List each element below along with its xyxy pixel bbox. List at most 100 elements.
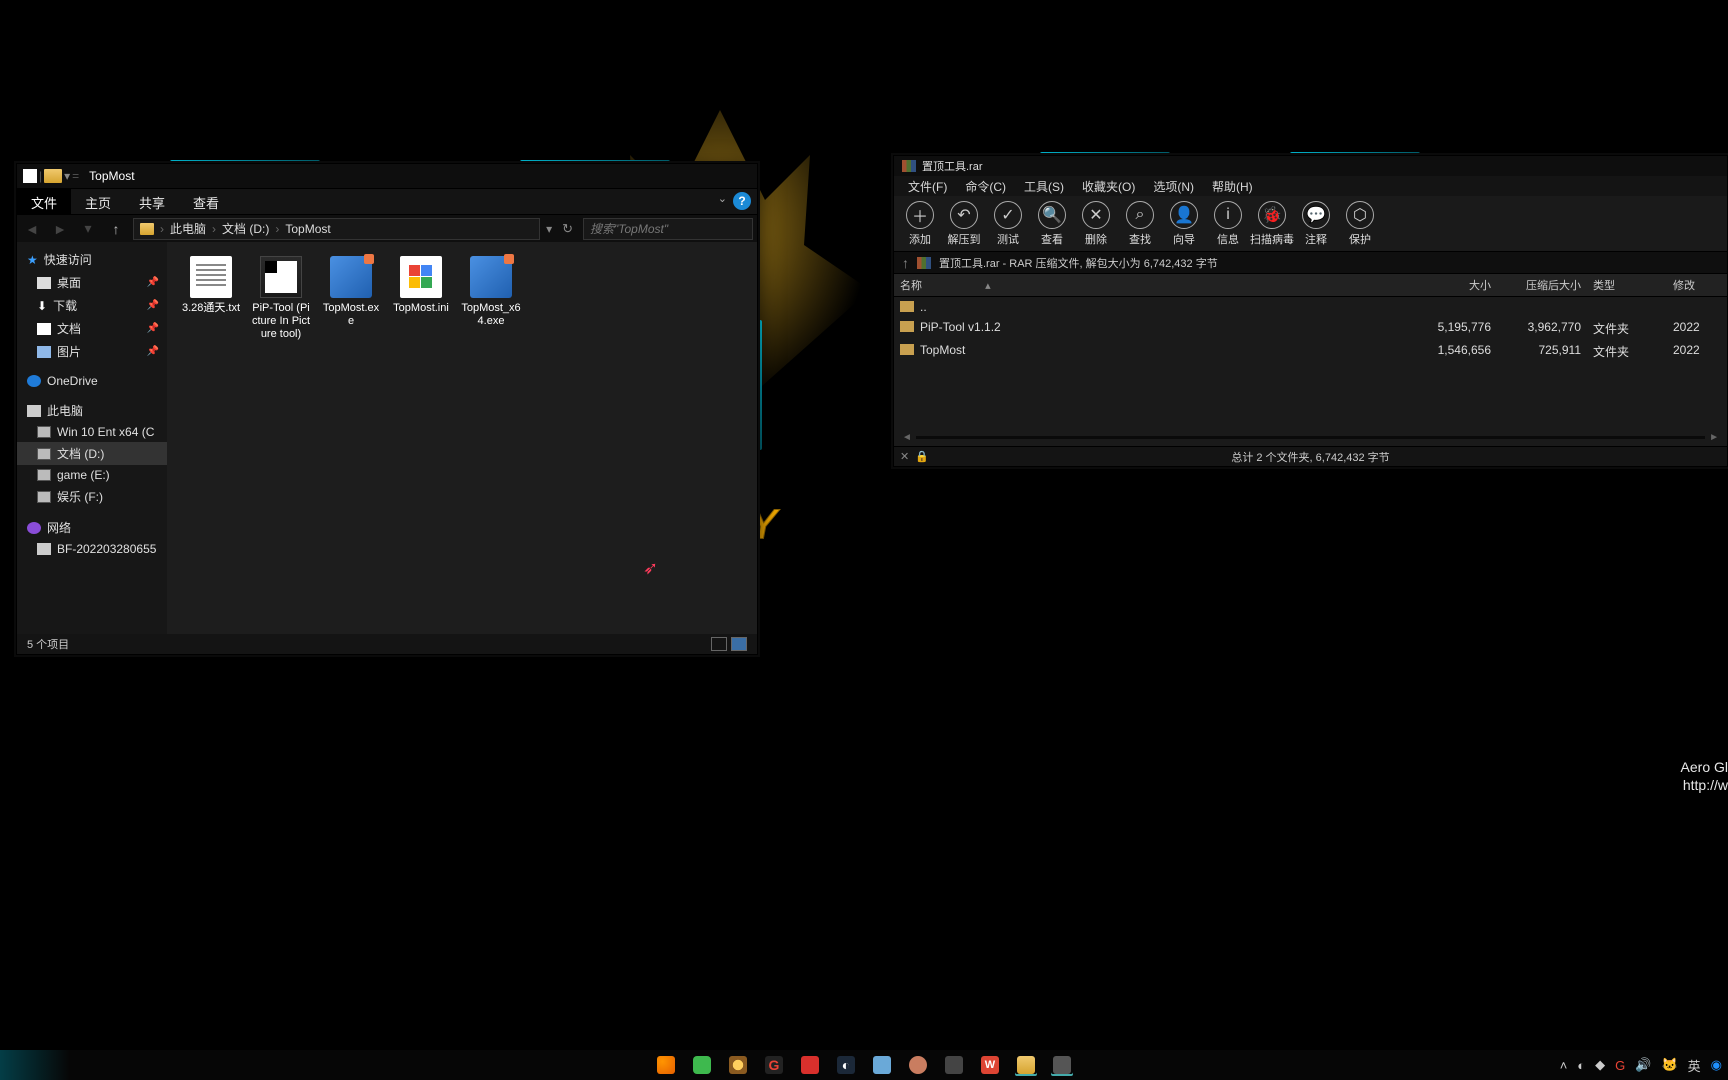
col-size[interactable]: 大小 bbox=[1407, 274, 1497, 296]
sidebar-network-pc[interactable]: BF-202203280655 bbox=[17, 539, 167, 559]
close-panel-icon[interactable]: ✕ bbox=[900, 450, 909, 463]
tray-app-icon[interactable]: 🐱 bbox=[1661, 1057, 1677, 1073]
horizontal-scrollbar[interactable]: ◄ ► bbox=[898, 430, 1723, 444]
sidebar-drive-d[interactable]: 文档 (D:) bbox=[17, 442, 167, 465]
file-item[interactable]: TopMost.exe bbox=[319, 254, 383, 344]
col-packed[interactable]: 压缩后大小 bbox=[1497, 274, 1587, 296]
list-row[interactable]: PiP-Tool v1.1.2 5,195,776 3,962,770 文件夹 … bbox=[894, 317, 1727, 340]
drive-icon bbox=[37, 469, 51, 481]
list-row-parent[interactable]: .. bbox=[894, 297, 1727, 317]
explorer-titlebar[interactable]: | ▾ = TopMost bbox=[17, 164, 757, 188]
search-placeholder: 搜索"TopMost" bbox=[590, 220, 668, 237]
sidebar-onedrive[interactable]: OneDrive bbox=[17, 371, 167, 391]
menu-favorites[interactable]: 收藏夹(O) bbox=[1074, 176, 1143, 197]
ribbon-tab-file[interactable]: 文件 bbox=[17, 189, 71, 214]
menu-file[interactable]: 文件(F) bbox=[900, 176, 955, 197]
nav-up-icon[interactable]: ↑ bbox=[105, 218, 127, 240]
taskbar-wechat[interactable] bbox=[691, 1054, 713, 1076]
ribbon-tab-home[interactable]: 主页 bbox=[71, 189, 125, 214]
search-input[interactable]: 搜索"TopMost" bbox=[583, 218, 753, 240]
scroll-right-icon[interactable]: ► bbox=[1705, 432, 1723, 443]
qat-dropdown-icon[interactable]: ▾ bbox=[64, 169, 70, 183]
file-item[interactable]: TopMost.ini bbox=[389, 254, 453, 344]
up-icon[interactable]: ↑ bbox=[902, 255, 909, 271]
sidebar-item-downloads[interactable]: ⬇下载📌 bbox=[17, 294, 167, 317]
taskbar-app[interactable] bbox=[907, 1054, 929, 1076]
taskbar-explorer[interactable] bbox=[1015, 1054, 1037, 1076]
exe-icon bbox=[470, 256, 512, 298]
file-item[interactable]: 3.28通天.txt bbox=[179, 254, 243, 344]
ribbon-tab-share[interactable]: 共享 bbox=[125, 189, 179, 214]
tray-chrome-icon[interactable]: G bbox=[1615, 1058, 1625, 1073]
address-dropdown-icon[interactable]: ▾ bbox=[546, 222, 552, 236]
taskbar[interactable]: G ◐ W ˄ ◐ ◆ G 🔊 🐱 英 ◉ bbox=[0, 1050, 1728, 1080]
taskbar-app[interactable] bbox=[799, 1054, 821, 1076]
list-header[interactable]: 名称 ▴ 大小 压缩后大小 类型 修改 bbox=[894, 274, 1727, 297]
tray-app-icon[interactable]: ◆ bbox=[1595, 1057, 1605, 1073]
taskbar-steam[interactable]: ◐ bbox=[835, 1054, 857, 1076]
nav-back-icon[interactable]: ◄ bbox=[21, 218, 43, 240]
scroll-left-icon[interactable]: ◄ bbox=[898, 432, 916, 443]
pin-icon: 📌 bbox=[147, 277, 159, 288]
tray-overflow-icon[interactable]: ˄ bbox=[1560, 1058, 1568, 1073]
taskbar-app[interactable] bbox=[1051, 1054, 1073, 1076]
ribbon-tab-view[interactable]: 查看 bbox=[179, 189, 233, 214]
winrar-titlebar[interactable]: 置顶工具.rar bbox=[894, 156, 1727, 176]
menu-help[interactable]: 帮助(H) bbox=[1204, 176, 1261, 197]
file-item[interactable]: TopMost_x64.exe bbox=[459, 254, 523, 344]
taskbar-wps[interactable]: W bbox=[979, 1054, 1001, 1076]
window-title: 置顶工具.rar bbox=[922, 158, 983, 174]
view-details-icon[interactable] bbox=[711, 637, 727, 651]
col-name[interactable]: 名称 ▴ bbox=[894, 274, 1407, 296]
view-large-icons-icon[interactable] bbox=[731, 637, 747, 651]
help-icon[interactable]: ? bbox=[733, 192, 751, 210]
info-icon: i bbox=[1214, 201, 1242, 229]
list-row[interactable]: TopMost 1,546,656 725,911 文件夹 2022 bbox=[894, 340, 1727, 363]
taskbar-app[interactable] bbox=[727, 1054, 749, 1076]
menu-options[interactable]: 选项(N) bbox=[1145, 176, 1202, 197]
lock-icon[interactable]: 🔒 bbox=[915, 450, 929, 463]
breadcrumb-item[interactable]: 此电脑 bbox=[170, 220, 206, 237]
sidebar-this-pc[interactable]: 此电脑 bbox=[17, 399, 167, 422]
tray-ime[interactable]: 英 bbox=[1688, 1056, 1701, 1075]
taskbar-chrome[interactable]: G bbox=[763, 1054, 785, 1076]
menu-tools[interactable]: 工具(S) bbox=[1016, 176, 1072, 197]
tool-find[interactable]: ⌕查找 bbox=[1118, 201, 1162, 247]
col-type[interactable]: 类型 bbox=[1587, 274, 1667, 296]
tool-info[interactable]: i信息 bbox=[1206, 201, 1250, 247]
sidebar-item-pictures[interactable]: 图片📌 bbox=[17, 340, 167, 363]
sidebar-drive-e[interactable]: game (E:) bbox=[17, 465, 167, 485]
sidebar-network[interactable]: 网络 bbox=[17, 516, 167, 539]
sidebar-quick-access[interactable]: ★ 快速访问 bbox=[17, 248, 167, 271]
taskbar-app[interactable] bbox=[871, 1054, 893, 1076]
tool-view[interactable]: 🔍查看 bbox=[1030, 201, 1074, 247]
taskbar-firefox[interactable] bbox=[655, 1054, 677, 1076]
tray-steam-icon[interactable]: ◐ bbox=[1577, 1058, 1585, 1073]
tool-virus-scan[interactable]: 🐞扫描病毒 bbox=[1250, 201, 1294, 247]
tool-delete[interactable]: ✕删除 bbox=[1074, 201, 1118, 247]
tool-wizard[interactable]: 👤向导 bbox=[1162, 201, 1206, 247]
refresh-icon[interactable]: ↻ bbox=[562, 221, 573, 237]
sidebar-item-documents[interactable]: 文档📌 bbox=[17, 317, 167, 340]
col-modified[interactable]: 修改 bbox=[1667, 274, 1727, 296]
sidebar-drive-c[interactable]: Win 10 Ent x64 (C bbox=[17, 422, 167, 442]
file-item[interactable]: PiP-Tool (Picture In Picture tool) bbox=[249, 254, 313, 344]
file-pane[interactable]: 3.28通天.txt PiP-Tool (Picture In Picture … bbox=[167, 242, 757, 634]
qat-sep: = bbox=[72, 169, 79, 183]
tool-extract[interactable]: ↶解压到 bbox=[942, 201, 986, 247]
tray-app-icon[interactable]: ◉ bbox=[1711, 1057, 1722, 1073]
tray-volume-icon[interactable]: 🔊 bbox=[1635, 1057, 1651, 1073]
tool-test[interactable]: ✓测试 bbox=[986, 201, 1030, 247]
breadcrumb-item[interactable]: 文档 (D:) bbox=[222, 220, 269, 237]
breadcrumb-item[interactable]: TopMost bbox=[285, 222, 330, 236]
tool-add[interactable]: ＋添加 bbox=[898, 201, 942, 247]
ribbon-collapse-icon[interactable]: ⌄ bbox=[718, 192, 727, 214]
tool-protect[interactable]: ⬡保护 bbox=[1338, 201, 1382, 247]
nav-recent-icon[interactable]: ▾ bbox=[77, 218, 99, 240]
sidebar-item-desktop[interactable]: 桌面📌 bbox=[17, 271, 167, 294]
menu-commands[interactable]: 命令(C) bbox=[957, 176, 1014, 197]
address-bar[interactable]: › 此电脑 › 文档 (D:) › TopMost bbox=[133, 218, 540, 240]
tool-comment[interactable]: 💬注释 bbox=[1294, 201, 1338, 247]
sidebar-drive-f[interactable]: 娱乐 (F:) bbox=[17, 485, 167, 508]
taskbar-app[interactable] bbox=[943, 1054, 965, 1076]
